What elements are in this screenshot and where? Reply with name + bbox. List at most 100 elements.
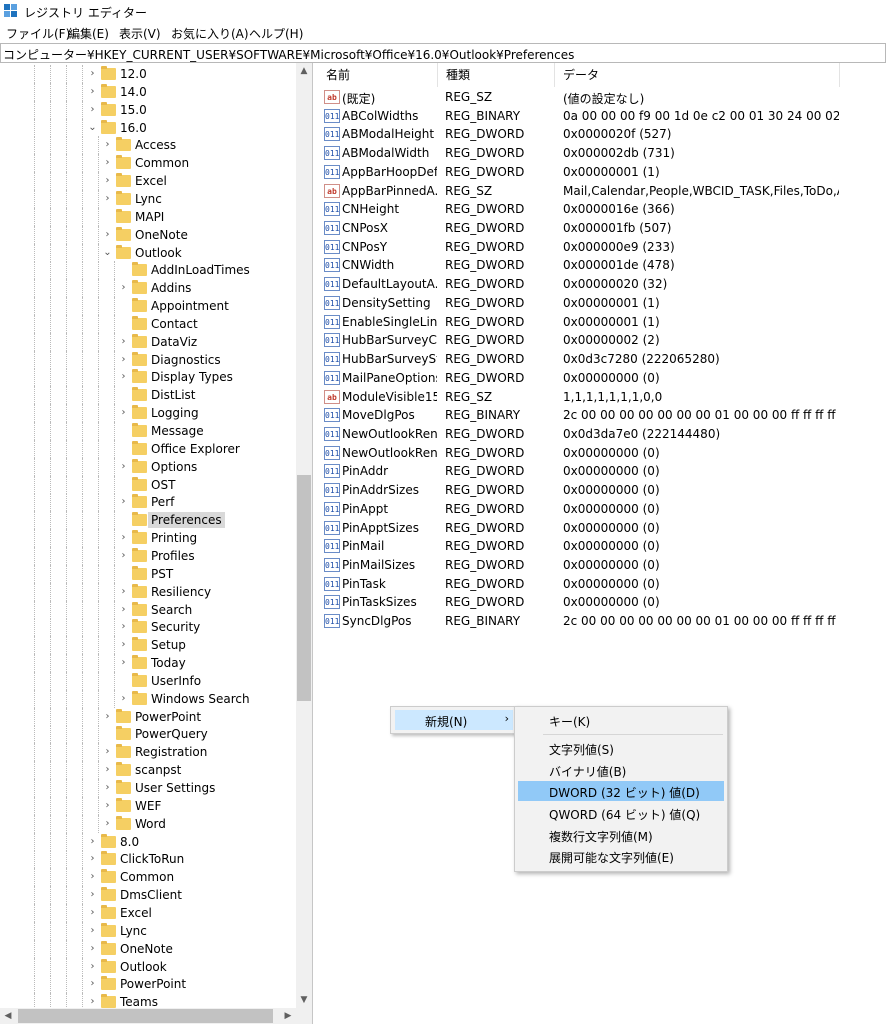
tree-item[interactable]: › Word bbox=[0, 814, 296, 833]
tree-item[interactable]: › Lync bbox=[0, 921, 296, 940]
submenu-item-multi-string[interactable]: 複数行文字列値(M) bbox=[518, 825, 724, 845]
tree-item[interactable]: › Diagnostics bbox=[0, 350, 296, 369]
tree-item[interactable]: › 15.0 bbox=[0, 100, 296, 119]
chevron-right-icon[interactable]: › bbox=[119, 604, 128, 614]
chevron-right-icon[interactable]: › bbox=[119, 372, 128, 382]
chevron-down-icon[interactable]: ⌄ bbox=[88, 122, 97, 132]
tree-item[interactable]: OST bbox=[0, 475, 296, 494]
scroll-down-icon[interactable]: ▼ bbox=[296, 992, 312, 1008]
chevron-right-icon[interactable]: › bbox=[119, 533, 128, 543]
chevron-right-icon[interactable]: › bbox=[103, 176, 112, 186]
value-row[interactable]: 011 CNPosY REG_DWORD 0x000000e9 (233) bbox=[318, 238, 886, 257]
chevron-right-icon[interactable]: › bbox=[119, 640, 128, 650]
chevron-right-icon[interactable]: › bbox=[103, 158, 112, 168]
tree-item[interactable]: › Options bbox=[0, 457, 296, 476]
scroll-left-icon[interactable]: ◀ bbox=[0, 1008, 16, 1024]
value-row[interactable]: 011NewOutlookRen... REG_DWORD 0x0d3da7e0 (… bbox=[318, 425, 886, 444]
value-row[interactable]: 011NewOutlookRen... REG_DWORD 0x00000000 (… bbox=[318, 444, 886, 463]
tree-item[interactable]: › Common bbox=[0, 868, 296, 887]
menu-view[interactable]: 表示(V) bbox=[119, 25, 161, 42]
tree-item[interactable]: › 8.0 bbox=[0, 832, 296, 851]
value-row[interactable]: 011 DefaultLayoutA... REG_DWORD 0x00000020 … bbox=[318, 275, 886, 294]
chevron-right-icon[interactable]: › bbox=[119, 658, 128, 668]
chevron-down-icon[interactable]: ⌄ bbox=[103, 247, 112, 257]
submenu-item-string[interactable]: 文字列値(S) bbox=[518, 738, 724, 758]
value-row[interactable]: 011 SyncDlgPos REG_BINARY 2c 00 00 00 00 00… bbox=[318, 612, 886, 631]
tree-item[interactable]: › scanpst bbox=[0, 761, 296, 780]
chevron-right-icon[interactable]: › bbox=[88, 979, 97, 989]
tree-item[interactable]: PowerQuery bbox=[0, 725, 296, 744]
tree-item[interactable]: › Setup bbox=[0, 636, 296, 655]
chevron-right-icon[interactable]: › bbox=[119, 283, 128, 293]
value-row[interactable]: 011 MoveDlgPos REG_BINARY 2c 00 00 00 00 00… bbox=[318, 406, 886, 425]
chevron-right-icon[interactable]: › bbox=[119, 693, 128, 703]
tree-item[interactable]: › Printing bbox=[0, 529, 296, 548]
tree-item[interactable]: Preferences bbox=[0, 511, 296, 530]
value-row[interactable]: 011 ABColWidths REG_BINARY 0a 00 00 00 f9 0… bbox=[318, 107, 886, 126]
value-row[interactable]: 011 PinAppt REG_DWORD 0x00000000 (0) bbox=[318, 500, 886, 519]
chevron-right-icon[interactable]: › bbox=[88, 890, 97, 900]
chevron-right-icon[interactable]: › bbox=[88, 86, 97, 96]
tree-item[interactable]: MAPI bbox=[0, 207, 296, 226]
value-row[interactable]: 011HubBarSurveyC... REG_DWORD 0x00000002 (… bbox=[318, 331, 886, 350]
chevron-right-icon[interactable]: › bbox=[119, 622, 128, 632]
chevron-right-icon[interactable]: › bbox=[88, 854, 97, 864]
value-row[interactable]: 011 MailPaneOptions REG_DWORD 0x00000000 (0… bbox=[318, 369, 886, 388]
chevron-right-icon[interactable]: › bbox=[88, 907, 97, 917]
chevron-right-icon[interactable]: › bbox=[88, 69, 97, 79]
address-path[interactable]: コンピューター¥HKEY_CURRENT_USER¥SOFTWARE¥Micro… bbox=[3, 46, 574, 63]
menu-file[interactable]: ファイル(F) bbox=[6, 25, 70, 42]
chevron-right-icon[interactable]: › bbox=[103, 818, 112, 828]
value-row[interactable]: 011 PinTask REG_DWORD 0x00000000 (0) bbox=[318, 575, 886, 594]
chevron-right-icon[interactable]: › bbox=[119, 550, 128, 560]
tree-item[interactable]: › Excel bbox=[0, 172, 296, 191]
chevron-right-icon[interactable]: › bbox=[88, 872, 97, 882]
value-row[interactable]: 011 PinApptSizes REG_DWORD 0x00000000 (0) bbox=[318, 519, 886, 538]
value-row[interactable]: 011 CNPosX REG_DWORD 0x000001fb (507) bbox=[318, 219, 886, 238]
chevron-right-icon[interactable]: › bbox=[119, 336, 128, 346]
chevron-right-icon[interactable]: › bbox=[103, 783, 112, 793]
chevron-right-icon[interactable]: › bbox=[88, 997, 97, 1007]
value-row[interactable]: 011 ABModalHeight REG_DWORD 0x0000020f (527… bbox=[318, 125, 886, 144]
chevron-right-icon[interactable]: › bbox=[103, 765, 112, 775]
chevron-right-icon[interactable]: › bbox=[103, 229, 112, 239]
address-bar[interactable]: コンピューター¥HKEY_CURRENT_USER¥SOFTWARE¥Micro… bbox=[0, 43, 886, 63]
tree-item[interactable]: › 14.0 bbox=[0, 82, 296, 101]
tree-item[interactable]: › Excel bbox=[0, 903, 296, 922]
tree-item[interactable]: › User Settings bbox=[0, 779, 296, 797]
tree-item[interactable]: › Display Types bbox=[0, 368, 296, 387]
chevron-right-icon[interactable]: › bbox=[103, 800, 112, 810]
tree-item[interactable]: › WEF bbox=[0, 796, 296, 815]
value-row[interactable]: 011 PinTaskSizes REG_DWORD 0x00000000 (0) bbox=[318, 593, 886, 612]
scroll-thumb-horizontal[interactable] bbox=[18, 1009, 273, 1023]
value-row[interactable]: 011 CNHeight REG_DWORD 0x0000016e (366) bbox=[318, 200, 886, 219]
menu-edit[interactable]: 編集(E) bbox=[68, 25, 109, 42]
tree-item[interactable]: › Profiles bbox=[0, 546, 296, 565]
column-header-name[interactable]: 名前 bbox=[318, 63, 438, 87]
tree-item[interactable]: › Windows Search bbox=[0, 689, 296, 708]
value-row[interactable]: 011 PinMail REG_DWORD 0x00000000 (0) bbox=[318, 537, 886, 556]
tree-item[interactable]: › Access bbox=[0, 136, 296, 155]
tree-item[interactable]: DistList bbox=[0, 386, 296, 405]
tree-item[interactable]: › Addins bbox=[0, 279, 296, 298]
submenu-item-dword[interactable]: DWORD (32 ビット) 値(D) bbox=[518, 781, 724, 801]
chevron-right-icon[interactable]: › bbox=[119, 461, 128, 471]
tree-item[interactable]: Office Explorer bbox=[0, 439, 296, 458]
chevron-right-icon[interactable]: › bbox=[119, 586, 128, 596]
value-row[interactable]: 011 ABModalWidth REG_DWORD 0x000002db (731) bbox=[318, 144, 886, 163]
tree-item[interactable]: Contact bbox=[0, 314, 296, 333]
chevron-right-icon[interactable]: › bbox=[103, 193, 112, 203]
tree-item[interactable]: › Common bbox=[0, 154, 296, 173]
value-row[interactable]: 011 CNWidth REG_DWORD 0x000001de (478) bbox=[318, 256, 886, 275]
tree-item[interactable]: › Perf bbox=[0, 493, 296, 512]
tree-item[interactable]: Appointment bbox=[0, 297, 296, 316]
menu-help[interactable]: ヘルプ(H) bbox=[249, 25, 303, 42]
tree-item[interactable]: AddInLoadTimes bbox=[0, 261, 296, 280]
value-row[interactable]: 011 PinMailSizes REG_DWORD 0x00000000 (0) bbox=[318, 556, 886, 575]
tree-item[interactable]: › Logging bbox=[0, 404, 296, 423]
chevron-right-icon[interactable]: › bbox=[88, 925, 97, 935]
submenu-item-binary[interactable]: バイナリ値(B) bbox=[518, 760, 724, 780]
column-header-type[interactable]: 種類 bbox=[438, 63, 555, 87]
value-row[interactable]: 011 PinAddr REG_DWORD 0x00000000 (0) bbox=[318, 462, 886, 481]
chevron-right-icon[interactable]: › bbox=[119, 354, 128, 364]
